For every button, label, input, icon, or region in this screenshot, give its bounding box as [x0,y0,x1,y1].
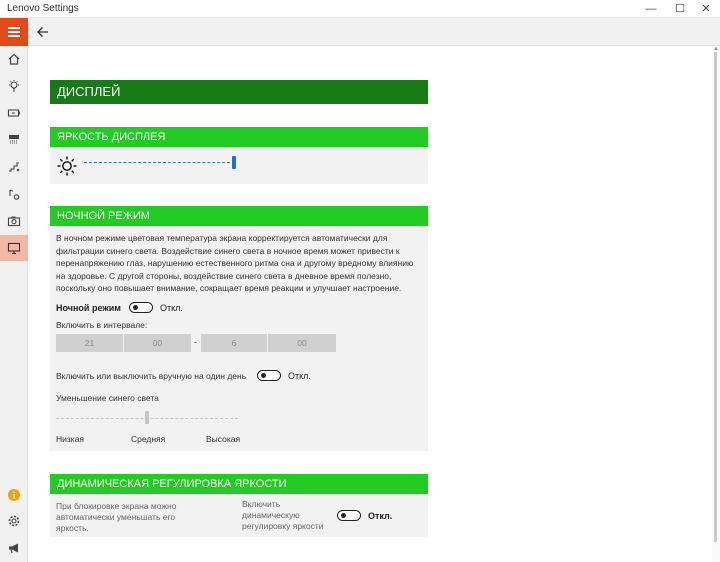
end-minute-field[interactable]: 00 [268,334,336,352]
info-icon [8,489,20,501]
bulb-icon [9,80,19,92]
megaphone-icon [9,543,18,554]
nav-item-display[interactable] [0,235,28,261]
gear-icon [8,515,20,527]
nav-item-settings[interactable] [0,508,28,534]
display-icon [7,242,21,255]
dynamic-brightness-section: ДИНАМИЧЕСКАЯ РЕГУЛИРОВКА ЯРКОСТИ При бло… [50,474,428,537]
brightness-section-title: ЯРКОСТЬ ДИСПЛЕЯ [50,127,428,147]
end-hour-field[interactable]: 6 [201,334,267,352]
nav-rail [0,18,28,562]
night-mode-section: НОЧНОЙ РЕЖИМ В ночном режиме цветовая те… [50,206,428,451]
nav-item-camera[interactable] [0,208,28,234]
dynamic-brightness-section-title: ДИНАМИЧЕСКАЯ РЕГУЛИРОВКА ЯРКОСТИ [50,474,428,494]
blue-light-low-label: Низкая [56,434,85,444]
night-mode-label: Ночной режим [56,303,121,313]
brightness-slider-thumb[interactable] [232,156,236,169]
start-minute-field[interactable]: 00 [124,334,191,352]
scrollbar-thumb[interactable] [714,52,717,542]
night-mode-description: В ночном режиме цветовая температура экр… [56,233,414,293]
dynamic-brightness-enable-label: Включить динамическую регулировку яркост… [242,499,324,531]
nav-item-feedback[interactable] [0,535,28,561]
nav-item-battery[interactable] [0,100,28,126]
keyboard-icon [9,135,19,144]
sun-icon [57,156,77,176]
nav-item-lighting[interactable] [0,73,28,99]
close-button[interactable]: ✕ [692,0,720,18]
back-arrow-icon[interactable] [34,23,52,41]
dynamic-brightness-description: При блокировке экрана можно автоматическ… [56,501,177,533]
night-mode-state: Откл. [160,303,183,313]
dynamic-brightness-state: Откл. [368,511,393,521]
audio-icon [9,189,20,200]
nav-item-network[interactable] [0,154,28,180]
blue-light-mid-label: Средняя [131,434,166,444]
blue-light-slider-thumb[interactable] [145,411,149,424]
minimize-button[interactable]: — [637,0,665,18]
night-mode-toggle[interactable] [129,302,153,313]
blue-light-label: Уменьшение синего света [56,393,159,403]
maximize-button[interactable]: ☐ [666,0,694,18]
hamburger-menu-button[interactable] [0,18,28,46]
page-title: ДИСПЛЕЙ [50,80,428,104]
blue-light-high-label: Высокая [206,434,241,444]
hamburger-line [8,35,20,37]
nav-item-input[interactable] [0,127,28,153]
interval-label: Включить в интервале: [56,320,148,330]
nav-item-info[interactable] [0,482,28,508]
start-hour-field[interactable]: 21 [56,334,123,352]
window-title: Lenovo Settings [7,3,79,14]
camera-icon [7,216,21,227]
home-icon [8,53,20,65]
title-bar: Lenovo Settings — ☐ ✕ [0,0,720,18]
night-mode-section-title: НОЧНОЙ РЕЖИМ [50,206,428,226]
dynamic-brightness-toggle[interactable] [337,510,361,521]
time-separator: - [194,337,197,347]
manual-toggle-label: Включить или выключить вручную на один д… [56,371,247,381]
manual-toggle[interactable] [257,370,281,381]
brightness-slider-track[interactable] [84,162,235,163]
nav-item-home[interactable] [0,46,28,72]
top-bar [28,18,720,46]
network-icon [9,162,20,172]
battery-icon [7,109,20,117]
hamburger-line [8,31,20,33]
brightness-section: ЯРКОСТЬ ДИСПЛЕЯ [50,127,428,184]
manual-toggle-state: Откл. [288,371,311,381]
scroll-up-icon[interactable]: ▲ [713,46,719,52]
nav-item-audio[interactable] [0,181,28,207]
hamburger-line [8,27,20,29]
